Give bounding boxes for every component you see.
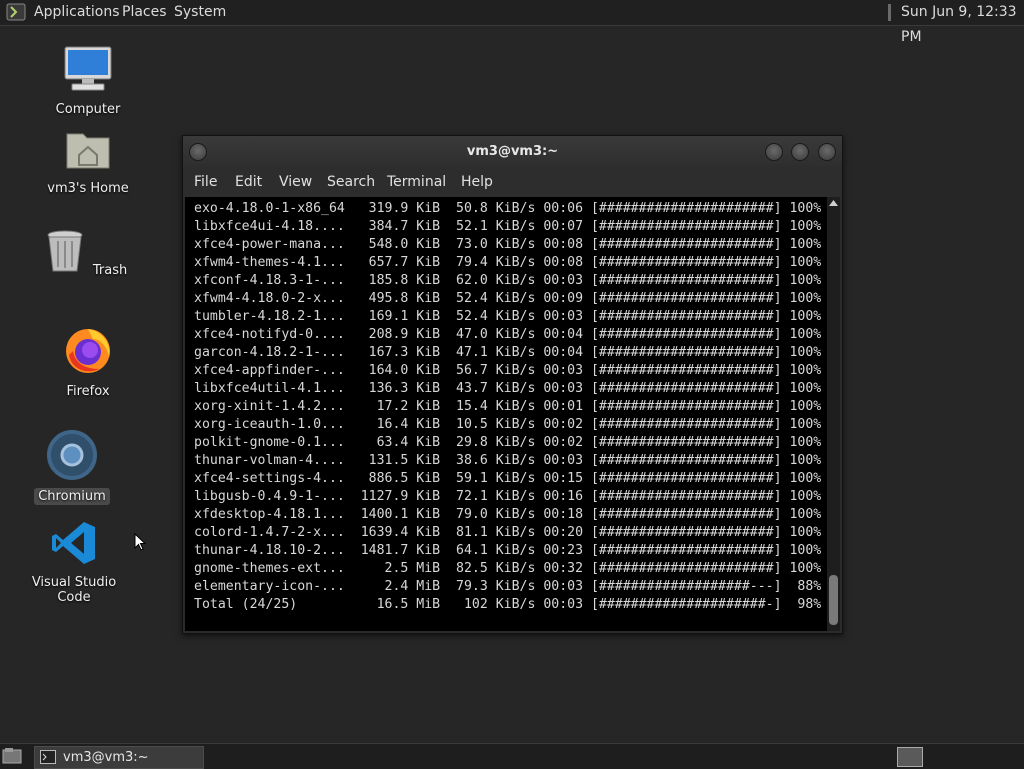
desktop-icon-label: Visual Studio Code	[31, 575, 117, 605]
terminal-menubar: File Edit View Search Terminal Help	[183, 167, 842, 197]
home-folder-icon	[66, 133, 110, 169]
mouse-cursor-icon	[134, 533, 146, 551]
top-panel: Applications Places System Sun Jun 9, 12…	[0, 0, 1024, 45]
menu-file[interactable]: File	[194, 167, 217, 197]
menu-edit[interactable]: Edit	[235, 167, 262, 197]
trash-icon	[47, 230, 83, 272]
desktop-icon-vscode[interactable]: Visual Studio Code	[12, 520, 136, 606]
desktop-icon-firefox[interactable]: Firefox	[38, 325, 138, 400]
desktop-icon-trash[interactable]: Trash	[38, 228, 138, 279]
menu-search[interactable]: Search	[327, 167, 375, 197]
terminal-line: libxfce4ui-4.18.... 384.7 KiB 52.1 KiB/s…	[194, 219, 822, 234]
computer-icon	[64, 46, 112, 91]
terminal-line: thunar-volman-4.... 131.5 KiB 38.6 KiB/s…	[194, 453, 822, 468]
window-titlebar[interactable]: vm3@vm3:~	[183, 136, 842, 167]
terminal-line: elementary-icon-... 2.4 MiB 79.3 KiB/s 0…	[194, 579, 822, 594]
panel-separator-icon	[888, 4, 891, 21]
chromium-icon	[47, 430, 97, 480]
terminal-line: xfce4-notifyd-0.... 208.9 KiB 47.0 KiB/s…	[194, 327, 822, 342]
system-menu[interactable]: System	[174, 0, 226, 25]
maximize-button[interactable]	[791, 143, 809, 161]
workspace-switcher[interactable]	[897, 747, 923, 767]
terminal-line: tumbler-4.18.2-1... 169.1 KiB 52.4 KiB/s…	[194, 309, 822, 324]
terminal-lines: exo-4.18.0-1-x86_64 319.9 KiB 50.8 KiB/s…	[185, 197, 827, 614]
scroll-up-arrow-icon[interactable]	[829, 199, 838, 207]
taskbar-window-terminal[interactable]: vm3@vm3:~	[34, 746, 204, 769]
terminal-line: xfdesktop-4.18.1... 1400.1 KiB 79.0 KiB/…	[194, 507, 822, 522]
terminal-line: xfwm4-4.18.0-2-x... 495.8 KiB 52.4 KiB/s…	[194, 291, 822, 306]
terminal-line: xfce4-power-mana... 548.0 KiB 73.0 KiB/s…	[194, 237, 822, 252]
places-menu[interactable]: Places	[122, 0, 167, 25]
bottom-panel: vm3@vm3:~	[0, 743, 1024, 769]
show-desktop-icon[interactable]	[2, 747, 22, 765]
desktop-icon-computer[interactable]: Computer	[38, 45, 138, 118]
desktop-icon-label: Trash	[92, 263, 128, 278]
terminal-line: garcon-4.18.2-1-... 167.3 KiB 47.1 KiB/s…	[194, 345, 822, 360]
terminal-line: libgusb-0.4.9-1-... 1127.9 KiB 72.1 KiB/…	[194, 489, 822, 504]
desktop-icon-chromium[interactable]: Chromium	[22, 430, 122, 505]
terminal-line: colord-1.4.7-2-x... 1639.4 KiB 81.1 KiB/…	[194, 525, 822, 540]
scrollbar-thumb[interactable]	[829, 575, 838, 625]
desktop-icon-label: Computer	[55, 102, 121, 117]
terminal-line: thunar-4.18.10-2... 1481.7 KiB 64.1 KiB/…	[194, 543, 822, 558]
menu-terminal[interactable]: Terminal	[387, 167, 446, 197]
terminal-line: xfce4-appfinder-... 164.0 KiB 56.7 KiB/s…	[194, 363, 822, 378]
desktop-icon-label: vm3's Home	[47, 181, 129, 196]
menu-help[interactable]: Help	[461, 167, 493, 197]
terminal-line: xfwm4-themes-4.1... 657.7 KiB 79.4 KiB/s…	[194, 255, 822, 270]
terminal-line: polkit-gnome-0.1... 63.4 KiB 29.8 KiB/s …	[194, 435, 822, 450]
terminal-scrollbar[interactable]	[827, 197, 840, 631]
terminal-line: xorg-xinit-1.4.2... 17.2 KiB 15.4 KiB/s …	[194, 399, 822, 414]
desktop-icon-label: Firefox	[66, 384, 110, 399]
terminal-line: exo-4.18.0-1-x86_64 319.9 KiB 50.8 KiB/s…	[194, 201, 822, 216]
clock[interactable]: Sun Jun 9, 12:33 PM	[901, 0, 1024, 45]
terminal-window[interactable]: vm3@vm3:~ File Edit View Search Terminal…	[182, 135, 843, 634]
close-button[interactable]	[818, 143, 836, 161]
menu-view[interactable]: View	[279, 167, 312, 197]
terminal-line: libxfce4util-4.1... 136.3 KiB 43.7 KiB/s…	[194, 381, 822, 396]
terminal-output[interactable]: exo-4.18.0-1-x86_64 319.9 KiB 50.8 KiB/s…	[185, 197, 827, 631]
taskbar-window-label: vm3@vm3:~	[63, 750, 149, 765]
applications-menu[interactable]: Applications	[34, 0, 120, 25]
desktop-icon-label: Chromium	[34, 488, 110, 505]
firefox-icon	[66, 329, 110, 373]
terminal-icon	[40, 750, 56, 764]
vscode-icon	[52, 522, 95, 564]
terminal-line: xorg-iceauth-1.0... 16.4 KiB 10.5 KiB/s …	[194, 417, 822, 432]
terminal-line: gnome-themes-ext... 2.5 MiB 82.5 KiB/s 0…	[194, 561, 822, 576]
window-title: vm3@vm3:~	[466, 144, 559, 159]
minimize-button[interactable]	[765, 143, 783, 161]
terminal-line: Total (24/25) 16.5 MiB 102 KiB/s 00:03 […	[194, 597, 822, 612]
desktop-icon-home[interactable]: vm3's Home	[38, 128, 138, 197]
applications-menu-icon[interactable]	[6, 3, 26, 21]
terminal-line: xfce4-settings-4... 886.5 KiB 59.1 KiB/s…	[194, 471, 822, 486]
terminal-line: xfconf-4.18.3-1-... 185.8 KiB 62.0 KiB/s…	[194, 273, 822, 288]
